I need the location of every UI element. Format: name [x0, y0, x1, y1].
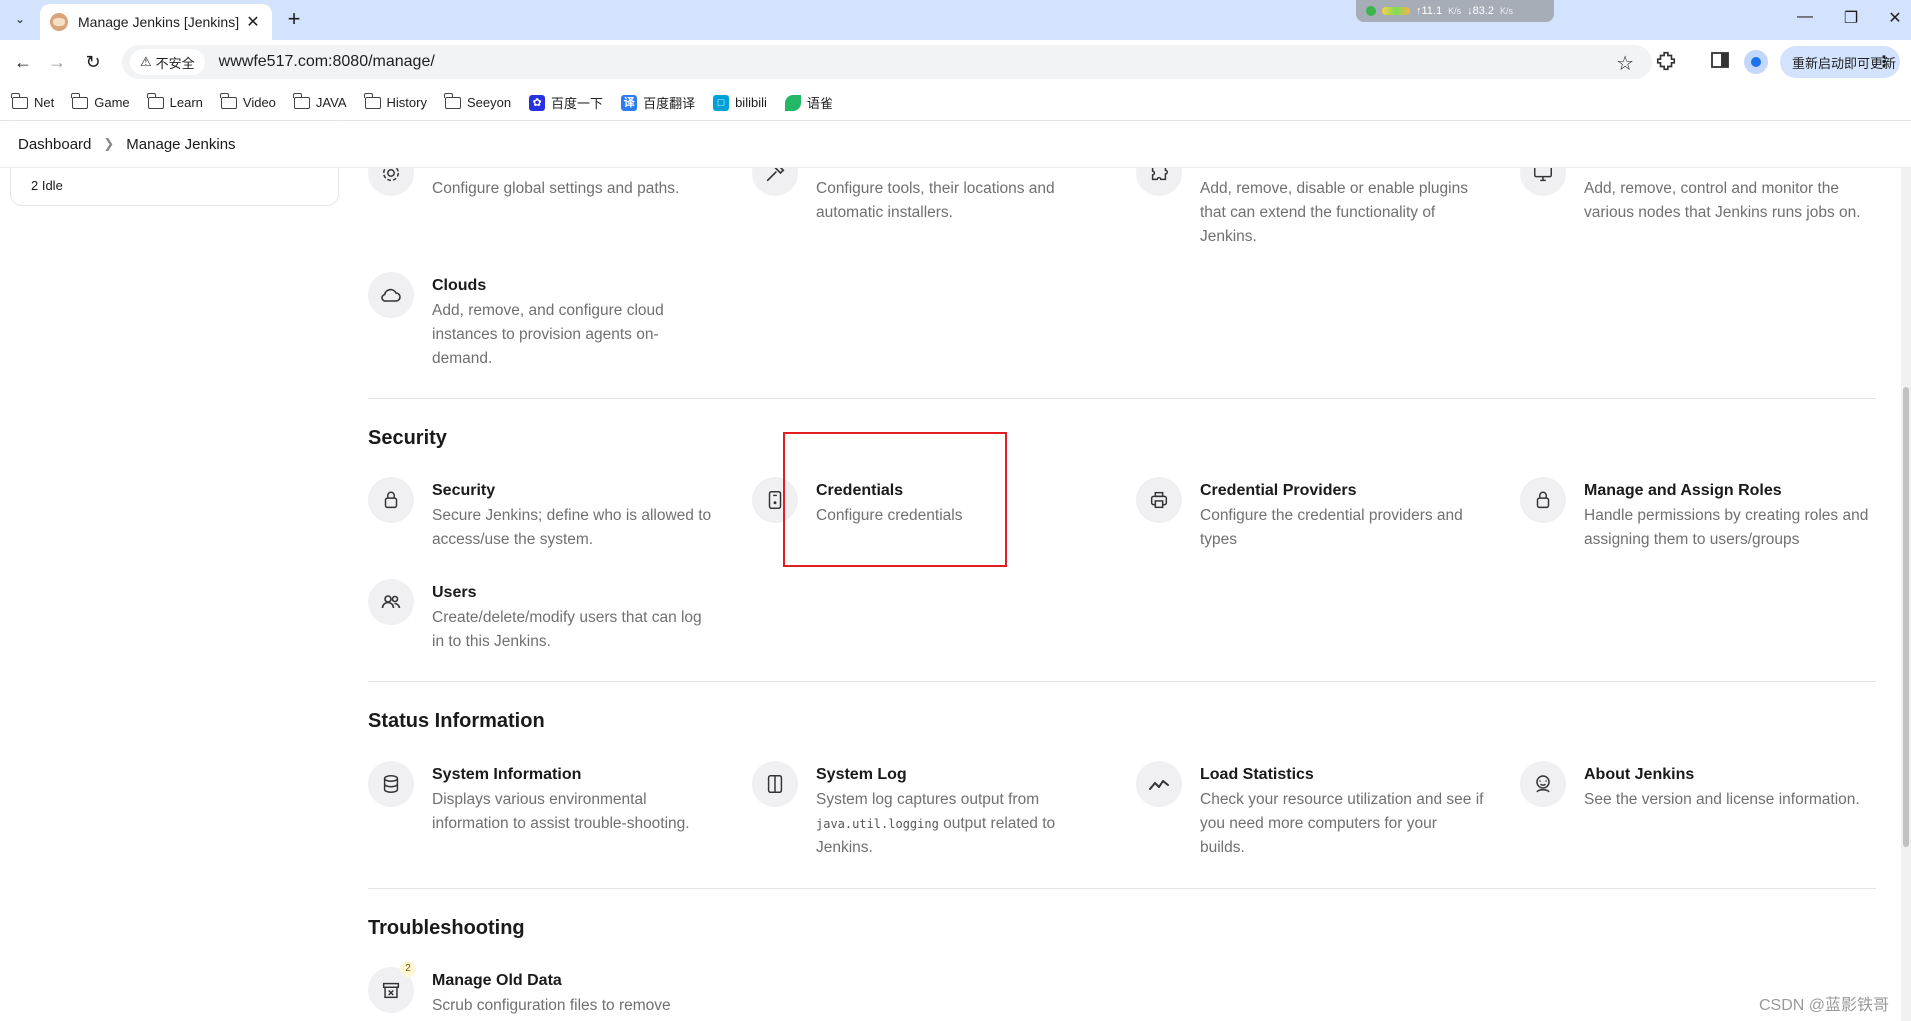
item-desc: See the version and license information. — [1584, 791, 1860, 808]
item-desc: Add, remove, control and monitor the var… — [1584, 180, 1861, 221]
item-desc: Add, remove, and configure cloud instanc… — [432, 302, 664, 367]
item-desc: System log captures output from java.uti… — [816, 788, 1102, 860]
trend-icon — [1136, 761, 1182, 807]
item-name: Load Statistics — [1200, 766, 1314, 783]
item-desc: Add, remove, disable or enable plugins t… — [1200, 180, 1468, 245]
chevron-right-icon: ❯ — [103, 136, 115, 151]
about-jenkins-item[interactable]: About Jenkins See the version and licens… — [1520, 761, 1870, 812]
manage-roles-item[interactable]: Manage and Assign Roles Handle permissio… — [1520, 477, 1870, 552]
notification-badge: 2 — [400, 961, 416, 977]
item-desc: Handle permissions by creating roles and… — [1584, 507, 1869, 548]
security-item[interactable]: Security Secure Jenkins; define who is a… — [368, 477, 718, 552]
database-icon — [368, 761, 414, 807]
item-name: Credentials — [816, 482, 904, 499]
troubleshooting-section-title: Troubleshooting — [368, 917, 525, 939]
users-item[interactable]: Users Create/delete/modify users that ca… — [368, 579, 718, 654]
item-name: Security — [432, 482, 496, 499]
item-name: Clouds — [432, 277, 487, 294]
section-divider — [368, 398, 1876, 399]
breadcrumb-dashboard[interactable]: Dashboard — [18, 136, 91, 153]
system-log-item[interactable]: System Log System log captures output fr… — [752, 761, 1102, 860]
load-statistics-item[interactable]: Load Statistics Check your resource util… — [1136, 761, 1486, 860]
item-desc: Displays various environmental informati… — [432, 791, 690, 832]
item-name: System Information — [432, 766, 582, 783]
jenkins-icon — [1520, 761, 1566, 807]
watermark: CSDN @蓝影铁哥 — [1758, 997, 1889, 1014]
item-desc: Configure the credential providers and t… — [1200, 507, 1463, 548]
item-desc: Secure Jenkins; define who is allowed to… — [432, 507, 712, 548]
printer-icon — [1136, 477, 1182, 523]
clouds-item[interactable]: Clouds Add, remove, and configure cloud … — [368, 272, 718, 371]
item-name: System Log — [816, 766, 907, 783]
status-info-section-title: Status Information — [368, 710, 545, 732]
item-name: Manage Old Data — [432, 972, 562, 989]
manage-old-data-item[interactable]: 2 Manage Old Data Scrub configuration fi… — [368, 961, 718, 1018]
item-desc: Scrub configuration files to remove — [432, 997, 671, 1014]
lock-icon — [1520, 477, 1566, 523]
executor-idle[interactable]: 2 Idle — [31, 178, 63, 193]
credentials-icon — [752, 477, 798, 523]
system-information-item[interactable]: System Information Displays various envi… — [368, 761, 718, 836]
item-desc: Configure tools, their locations and aut… — [816, 180, 1055, 221]
cloud-icon — [368, 272, 414, 318]
credentials-item[interactable]: Credentials Configure credentials — [752, 477, 1102, 528]
scrollbar-thumb[interactable] — [1903, 387, 1909, 847]
item-desc: Check your resource utilization and see … — [1200, 791, 1484, 856]
archive-icon: 2 — [368, 961, 416, 1013]
page-scrollbar[interactable] — [1901, 121, 1911, 1021]
credential-providers-item[interactable]: Credential Providers Configure the crede… — [1136, 477, 1486, 552]
desc-text: System log captures output from — [816, 791, 1040, 808]
desc-code: java.util.logging — [816, 817, 939, 831]
item-desc: Configure global settings and paths. — [432, 180, 680, 197]
section-divider — [368, 888, 1876, 889]
item-desc: Configure credentials — [816, 507, 963, 524]
section-divider — [368, 681, 1876, 682]
users-icon — [368, 579, 414, 625]
item-name: Credential Providers — [1200, 482, 1357, 499]
item-desc: Create/delete/modify users that can log … — [432, 609, 702, 650]
log-icon — [752, 761, 798, 807]
item-name: Users — [432, 584, 477, 601]
breadcrumb-manage-jenkins[interactable]: Manage Jenkins — [126, 136, 235, 153]
item-name: Manage and Assign Roles — [1584, 482, 1782, 499]
security-section-title: Security — [368, 427, 447, 449]
lock-icon — [368, 477, 414, 523]
item-name: About Jenkins — [1584, 766, 1695, 783]
breadcrumb: Dashboard ❯ Manage Jenkins — [0, 121, 1911, 167]
